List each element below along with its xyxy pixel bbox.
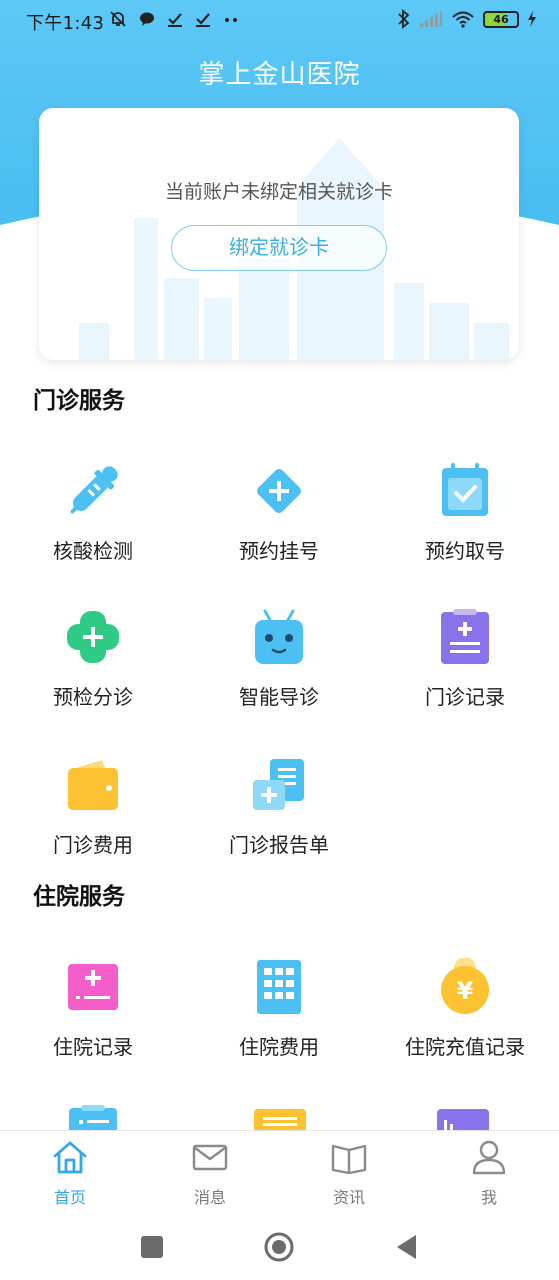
no-card-message: 当前账户未绑定相关就诊卡 xyxy=(164,181,393,203)
clipboard-icon xyxy=(69,1105,117,1130)
service-inpatient-topup-records[interactable]: ¥ 住院充值记录 xyxy=(372,958,558,1088)
service-pre-triage[interactable]: 预检分诊 xyxy=(0,608,186,738)
nav-label: 消息 xyxy=(193,1188,226,1207)
clipboard-icon xyxy=(441,609,489,664)
book-icon xyxy=(331,1144,367,1175)
service-inpatient-fees[interactable]: 住院费用 xyxy=(186,958,372,1088)
service-label: 核酸检测 xyxy=(53,539,133,563)
inpatient-section-title: 住院服务 xyxy=(33,884,125,910)
charging-bolt-icon xyxy=(528,11,536,27)
service-outpatient-reports[interactable]: 门诊报告单 xyxy=(186,756,372,886)
system-navigation-bar xyxy=(0,1220,559,1280)
notification-icons xyxy=(108,9,240,29)
service-label: 预约取号 xyxy=(425,539,505,563)
signal-icon xyxy=(420,11,442,27)
wifi-icon xyxy=(452,11,474,28)
nav-label: 首页 xyxy=(53,1188,86,1207)
user-icon xyxy=(472,1140,506,1175)
record-card-icon xyxy=(68,964,118,1010)
service-label: 智能导诊 xyxy=(239,685,319,709)
service-label: 门诊报告单 xyxy=(229,833,329,857)
service-label: 住院记录 xyxy=(53,1035,133,1059)
home-icon xyxy=(53,1141,87,1174)
battery-indicator: 46 xyxy=(483,10,519,28)
service-outpatient-fees[interactable]: 门诊费用 xyxy=(0,756,186,886)
service-appointment-registration[interactable]: 预约挂号 xyxy=(186,462,372,592)
status-time: 下午1:43 xyxy=(26,13,105,34)
robot-icon xyxy=(255,609,303,664)
check-icon xyxy=(168,13,182,27)
service-outpatient-records[interactable]: 门诊记录 xyxy=(372,608,558,738)
service-inpatient-records[interactable]: 住院记录 xyxy=(0,958,186,1088)
clover-plus-icon xyxy=(67,611,119,663)
chart-board-icon xyxy=(437,1109,489,1130)
test-tube-icon xyxy=(70,466,118,514)
service-label: 门诊记录 xyxy=(425,685,505,709)
nav-news[interactable]: 资讯 xyxy=(279,1131,419,1221)
bind-card-panel: 当前账户未绑定相关就诊卡 绑定就诊卡 xyxy=(39,108,519,360)
bottom-navigation: 首页 消息 资讯 我 xyxy=(0,1130,559,1220)
wallet-icon xyxy=(68,760,118,810)
plus-diamond-icon xyxy=(257,469,301,513)
nav-label: 我 xyxy=(480,1188,497,1207)
back-button-icon[interactable] xyxy=(392,1232,422,1262)
app-screen: 下午1:43 46 掌上金山医院 当前账户未绑定相关就诊卡 绑定就诊卡 门诊服务… xyxy=(0,0,559,1280)
document-icon xyxy=(254,1109,306,1130)
muted-bell-icon xyxy=(110,11,126,27)
nav-messages[interactable]: 消息 xyxy=(140,1131,280,1221)
service-label: 门诊费用 xyxy=(53,833,133,857)
status-bar: 下午1:43 46 xyxy=(0,0,559,44)
recent-apps-icon[interactable] xyxy=(137,1232,167,1262)
check-icon xyxy=(196,13,210,27)
home-button-icon[interactable] xyxy=(264,1232,294,1262)
service-smart-guide[interactable]: 智能导诊 xyxy=(186,608,372,738)
report-cards-icon xyxy=(253,759,304,810)
status-right-icons: 46 xyxy=(397,9,537,29)
service-label: 住院充值记录 xyxy=(405,1035,525,1059)
service-label: 预约挂号 xyxy=(239,539,319,563)
page-title: 掌上金山医院 xyxy=(198,60,361,90)
calendar-check-icon xyxy=(442,463,488,516)
bluetooth-icon xyxy=(398,9,410,29)
bind-card-button[interactable]: 绑定就诊卡 xyxy=(171,225,387,271)
battery-level: 46 xyxy=(493,12,509,26)
mail-icon xyxy=(192,1144,228,1171)
nav-label: 资讯 xyxy=(332,1188,365,1207)
service-nucleic-acid-test[interactable]: 核酸检测 xyxy=(0,462,186,592)
nav-home[interactable]: 首页 xyxy=(0,1131,140,1221)
nav-me[interactable]: 我 xyxy=(419,1131,559,1221)
service-appointment-pickup[interactable]: 预约取号 xyxy=(372,462,558,592)
chat-bubble-icon xyxy=(140,12,154,26)
outpatient-section-title: 门诊服务 xyxy=(33,388,125,414)
service-label: 预检分诊 xyxy=(53,685,133,709)
yuan-coin-icon: ¥ xyxy=(441,958,489,1014)
more-dots-icon xyxy=(225,18,237,22)
service-label: 住院费用 xyxy=(239,1035,319,1059)
svg-text:¥: ¥ xyxy=(457,977,474,1005)
hospital-building-icon xyxy=(257,960,301,1014)
